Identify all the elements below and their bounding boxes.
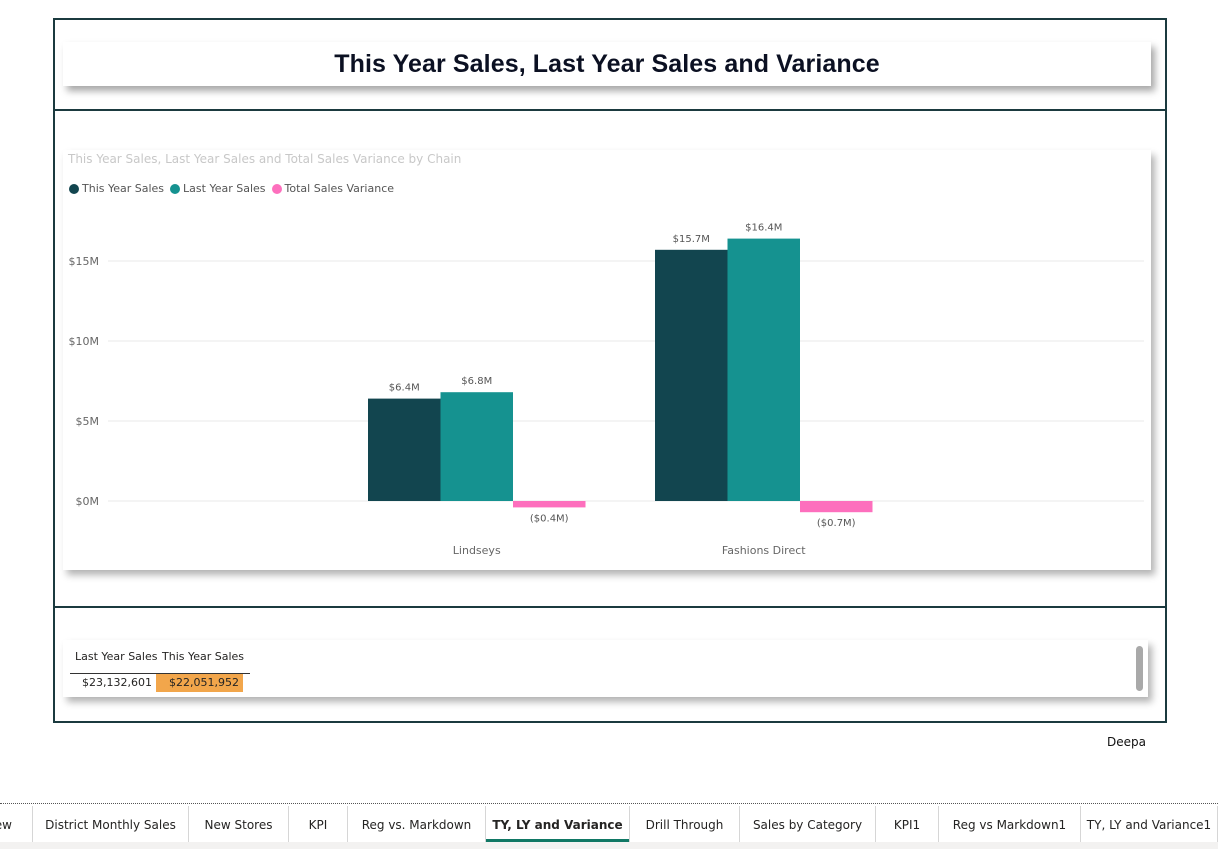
y-tick-label: $15M xyxy=(69,255,100,268)
table-header-last-year[interactable]: Last Year Sales xyxy=(75,650,157,663)
data-label: ($0.4M) xyxy=(530,513,569,524)
tabs-separator xyxy=(0,803,1218,804)
x-category-label: Fashions Direct xyxy=(722,544,806,557)
y-tick-label: $0M xyxy=(76,495,100,508)
summary-table[interactable]: Last Year Sales This Year Sales $23,132,… xyxy=(63,640,1148,697)
x-category-label: Lindseys xyxy=(453,544,501,557)
tab-ty-ly-and-variance[interactable]: TY, LY and Variance xyxy=(486,806,630,842)
report-title: This Year Sales, Last Year Sales and Var… xyxy=(334,49,880,78)
table-cell-last-year: $23,132,601 xyxy=(82,676,152,689)
chart-plot: $0M $5M $10M $15M $6.4M $6.8M ($0.4M) Lindseys $… xyxy=(69,223,1144,557)
y-tick-label: $5M xyxy=(76,415,100,428)
bar[interactable] xyxy=(655,249,728,501)
tab-kpi[interactable]: KPI xyxy=(289,806,348,842)
bar[interactable] xyxy=(440,392,514,501)
divider-top xyxy=(53,109,1167,111)
title-card[interactable]: This Year Sales, Last Year Sales and Var… xyxy=(63,42,1151,86)
tab-ty-ly-and-variance1[interactable]: TY, LY and Variance1 xyxy=(1081,806,1218,842)
data-label: $6.8M xyxy=(461,376,492,387)
table-header-this-year[interactable]: This Year Sales xyxy=(162,650,244,663)
bar[interactable] xyxy=(727,238,801,501)
y-tick-label: $10M xyxy=(69,335,100,348)
bar[interactable] xyxy=(513,501,586,508)
table-scrollbar[interactable] xyxy=(1136,646,1143,691)
table-cell-this-year: $22,051,952 xyxy=(156,674,243,692)
tab-district-monthly-sales[interactable]: District Monthly Sales xyxy=(33,806,189,842)
tab-drill-through[interactable]: Drill Through xyxy=(630,806,740,842)
divider-bottom xyxy=(53,606,1167,608)
data-label: ($0.7M) xyxy=(817,518,856,529)
tab-reg-vs-markdown1[interactable]: Reg vs Markdown1 xyxy=(939,806,1081,842)
tab-ew[interactable]: ew xyxy=(0,806,33,842)
bar[interactable] xyxy=(368,398,441,501)
tab-new-stores[interactable]: New Stores xyxy=(189,806,289,842)
user-name: Deepa xyxy=(1107,735,1146,749)
data-label: $6.4M xyxy=(389,383,420,394)
tab-kpi1[interactable]: KPI1 xyxy=(876,806,939,842)
chart-visual[interactable]: This Year Sales, Last Year Sales and Tot… xyxy=(63,150,1151,570)
tab-sales-by-category[interactable]: Sales by Category xyxy=(740,806,876,842)
page-tabs: ewDistrict Monthly SalesNew StoresKPIReg… xyxy=(0,806,1218,849)
data-label: $15.7M xyxy=(673,234,710,245)
tab-reg-vs-markdown[interactable]: Reg vs. Markdown xyxy=(348,806,486,842)
data-label: $16.4M xyxy=(745,223,782,234)
bar[interactable] xyxy=(800,501,873,513)
